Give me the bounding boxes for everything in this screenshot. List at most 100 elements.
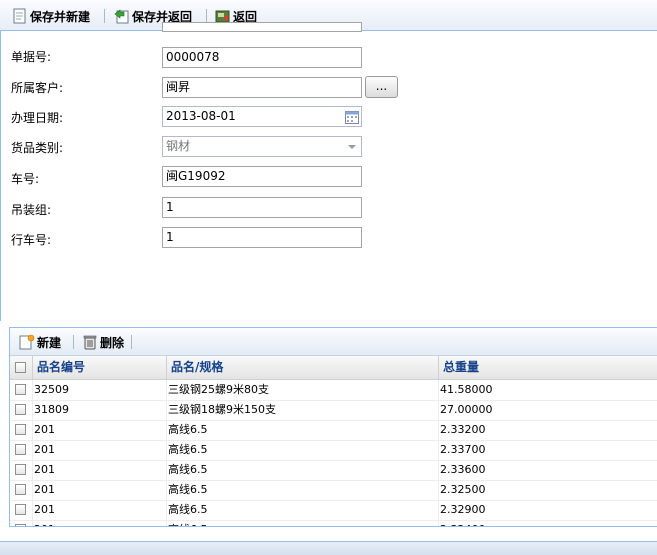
row-checkbox[interactable] [15,444,26,455]
table-row[interactable]: 32509 三级钢25螺9米80支 41.58000 [10,380,657,401]
grid-toolbar: 新建 删除 [10,328,657,356]
column-divider [438,400,439,420]
row-checkbox[interactable] [15,404,26,415]
column-divider [438,420,439,440]
save-return-icon [114,8,130,24]
column-header[interactable]: 总重量 [438,356,657,379]
date-label: 办理日期: [11,111,64,125]
crane-no-label: 行车号: [11,233,52,247]
table-cell: 2.32500 [440,483,486,496]
doc-no-label: 单据号: [11,50,52,64]
table-cell: 201 [34,483,55,496]
crane-no-field[interactable]: 1 [162,227,362,248]
column-divider [438,460,439,480]
document-add-icon [19,334,35,350]
row-checkbox[interactable] [15,524,26,526]
column-divider [438,520,439,526]
date-value: 2013-08-01 [166,109,236,123]
grid-delete-label: 删除 [100,335,125,350]
column-divider [32,500,33,520]
column-header[interactable]: 品名/规格 [166,356,438,379]
toolbar-separator [206,9,207,23]
vehicle-label: 车号: [11,172,40,186]
table-cell: 201 [34,423,55,436]
table-cell: 31809 [34,403,69,416]
column-divider [166,420,167,440]
table-cell: 2.32400 [438,520,657,526]
row-checkbox[interactable] [15,504,26,515]
column-divider [32,420,33,440]
row-checkbox[interactable] [15,484,26,495]
table-cell: 201 [34,503,55,516]
column-divider [32,380,33,400]
date-field[interactable]: 2013-08-01 [162,106,362,127]
crane-group-field[interactable]: 1 [162,197,362,218]
customer-browse-button[interactable]: ... [365,76,398,98]
customer-field[interactable]: 闽昇 [162,77,362,98]
vehicle-field[interactable]: 闽G19092 [162,166,362,187]
table-cell: 32509 [34,383,69,396]
doc-no-field[interactable]: 0000078 [162,47,362,68]
table-cell: 27.00000 [440,403,493,416]
column-divider [166,480,167,500]
table-cell: 2.33700 [440,443,486,456]
column-divider [438,380,439,400]
table-row[interactable]: 201 高线6.5 2.33600 [10,460,657,481]
hidden-field [162,22,362,32]
table-cell: 三级钢25螺9米80支 [168,383,269,396]
category-label: 货品类别: [11,141,64,155]
toolbar-separator [131,335,132,349]
column-divider [438,480,439,500]
category-value: 钢材 [166,139,191,153]
column-divider [166,500,167,520]
table-row[interactable]: 201高线6.52.32400 [10,520,657,526]
column-divider [166,460,167,480]
row-checkbox[interactable] [15,424,26,435]
table-row[interactable]: 201 高线6.5 2.33200 [10,420,657,441]
category-select[interactable]: 钢材 [162,136,362,157]
table-cell: 201 [34,443,55,456]
column-divider [166,400,167,420]
column-divider [32,480,33,500]
table-cell: 41.58000 [440,383,493,396]
column-divider [32,440,33,460]
table-row[interactable]: 201 高线6.5 2.33700 [10,440,657,461]
table-row[interactable]: 201 高线6.5 2.32500 [10,480,657,501]
column-divider [438,440,439,460]
save-and-new-label: 保存并新建 [30,9,91,24]
table-cell: 201 [34,463,55,476]
column-divider [32,520,33,526]
table-cell: 2.33600 [440,463,486,476]
form-panel: 单据号: 0000078 所属客户: 闽昇 ... 办理日期: 2013-08-… [0,22,657,321]
save-and-new-button[interactable]: 保存并新建 [12,6,90,26]
table-row[interactable]: 31809 三级钢18螺9米150支 27.00000 [10,400,657,421]
trash-icon [82,334,98,350]
document-new-icon [12,8,28,24]
toolbar-separator [104,9,105,23]
grid-delete-button[interactable]: 删除 [82,332,124,352]
table-cell: 高线6.5 [168,443,208,456]
column-divider [32,460,33,480]
crane-group-label: 吊装组: [11,203,52,217]
row-checkbox[interactable] [15,464,26,475]
select-all-checkbox[interactable] [15,362,26,373]
customer-label: 所属客户: [11,81,64,95]
column-divider [166,520,167,526]
grid-new-button[interactable]: 新建 [19,332,61,352]
calendar-icon[interactable] [345,110,359,124]
grid-header: 品名编号 品名/规格 总重量 [10,356,657,380]
row-checkbox[interactable] [15,384,26,395]
column-divider [166,440,167,460]
table-cell: 高线6.5 [168,463,208,476]
detail-grid: 新建 删除 品名编号 品名/规格 总重量 32509 三级钢25螺9米80支 41.… [9,327,657,527]
table-row[interactable]: 201 高线6.5 2.32900 [10,500,657,521]
chevron-down-icon[interactable] [345,140,359,154]
table-cell: 高线6.5 [168,423,208,436]
column-divider [166,380,167,400]
grid-new-label: 新建 [37,335,62,350]
table-cell: 201 [32,520,168,526]
column-header[interactable]: 品名编号 [32,356,166,379]
table-cell: 2.32900 [440,503,486,516]
status-bar [0,541,657,555]
column-divider [32,400,33,420]
